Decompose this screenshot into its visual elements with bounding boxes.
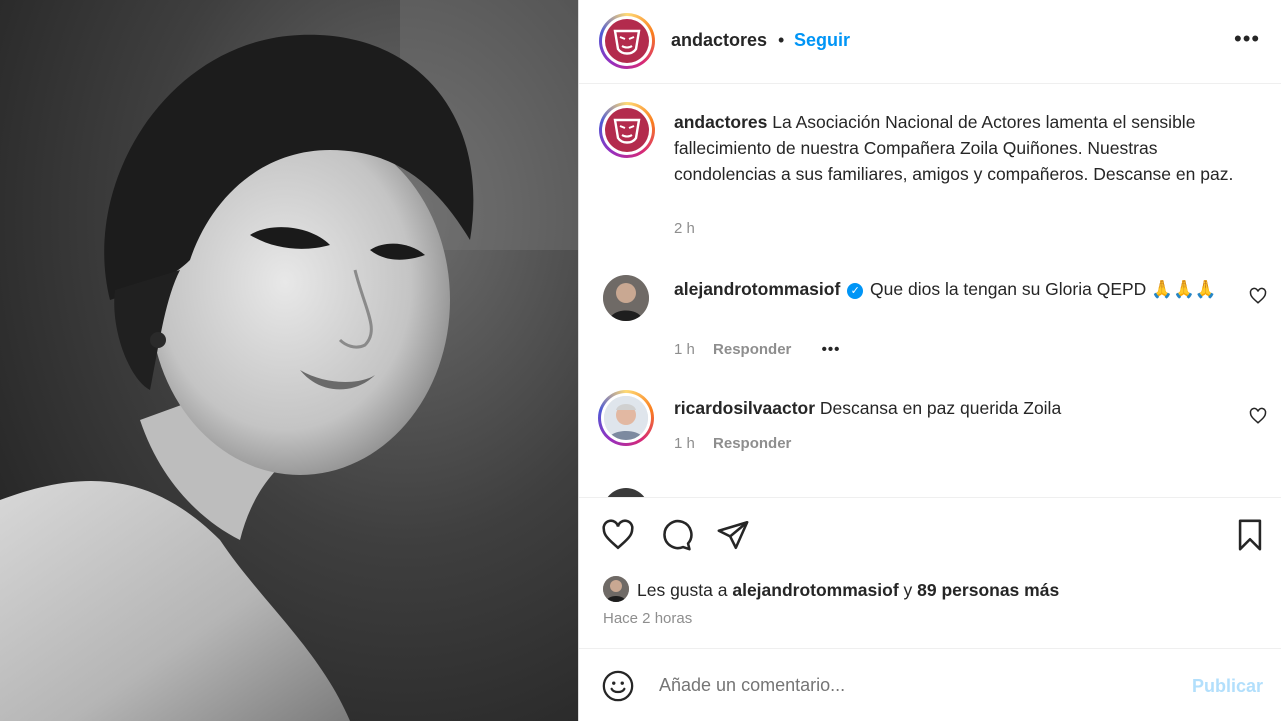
bookmark-icon[interactable] (1233, 518, 1267, 552)
post-photo (0, 0, 578, 721)
comment-body: Que dios la tengan su Gloria QEPD 🙏🙏🙏 (870, 279, 1217, 299)
publish-button[interactable]: Publicar (1192, 676, 1263, 697)
post-header: andactores • Seguir ••• (579, 0, 1281, 84)
comment-username[interactable]: alejandrotommasiof (674, 279, 840, 299)
caption-avatar[interactable] (599, 102, 655, 158)
comment-meta: 1 h Responder (674, 435, 791, 452)
comment-timestamp[interactable]: 1 h (674, 435, 695, 452)
reply-button[interactable]: Responder (713, 435, 791, 452)
reply-button[interactable]: Responder (713, 341, 791, 358)
comment-body: Descansa en paz querida Zoila (819, 398, 1062, 418)
caption-timestamp[interactable]: 2 h (674, 220, 695, 237)
likes-others-link[interactable]: 89 personas más (917, 580, 1059, 600)
liker-avatar[interactable] (603, 576, 629, 602)
post-actions: Les gusta a alejandrotommasiof y 89 pers… (579, 497, 1281, 647)
more-options-icon[interactable]: ••• (1234, 26, 1260, 52)
andactores-logo (605, 108, 649, 152)
caption-text: andactores La Asociación Nacional de Act… (674, 109, 1234, 187)
author-avatar[interactable] (599, 13, 655, 69)
verified-icon: ✓ (847, 283, 864, 299)
comment-text: ricardosilvaactor Descansa en paz querid… (674, 394, 1234, 422)
comment-text: alejandrotommasiof ✓ Que dios la tengan … (674, 275, 1234, 303)
likes-prefix: Les gusta a (637, 580, 728, 600)
commenter-avatar[interactable] (598, 390, 654, 446)
share-icon[interactable] (716, 518, 750, 552)
comment-like-heart-icon[interactable] (1249, 407, 1267, 425)
portrait-image (0, 0, 578, 721)
comment-more-icon[interactable]: ••• (822, 341, 841, 358)
commenter-avatar-partial[interactable] (603, 488, 649, 497)
emoji-icon[interactable] (601, 669, 635, 703)
author-username[interactable]: andactores (671, 30, 767, 51)
likes-user-link[interactable]: alejandrotommasiof (732, 580, 898, 600)
comment-like-heart-icon[interactable] (1249, 287, 1267, 305)
comment-timestamp[interactable]: 1 h (674, 341, 695, 358)
separator-dot: • (778, 30, 785, 50)
comment-input[interactable] (659, 675, 1159, 696)
likes-joiner: y (903, 580, 913, 600)
comment-username[interactable]: ricardosilvaactor (674, 398, 815, 418)
comment-meta: 1 h Responder ••• (674, 341, 840, 358)
commenter-avatar[interactable] (603, 275, 649, 321)
post-timestamp[interactable]: Hace 2 horas (603, 610, 692, 627)
follow-button[interactable]: Seguir (794, 30, 850, 51)
post-detail-panel: andactores • Seguir ••• andactores La As… (578, 0, 1281, 721)
add-comment-bar: Publicar (579, 648, 1281, 721)
heart-icon[interactable] (601, 518, 635, 552)
likes-summary: Les gusta a alejandrotommasiof y 89 pers… (637, 580, 1059, 601)
comment-icon[interactable] (659, 518, 693, 552)
andactores-logo (605, 19, 649, 63)
caption-username[interactable]: andactores (674, 112, 767, 132)
comments-section[interactable]: andactores La Asociación Nacional de Act… (579, 85, 1281, 497)
